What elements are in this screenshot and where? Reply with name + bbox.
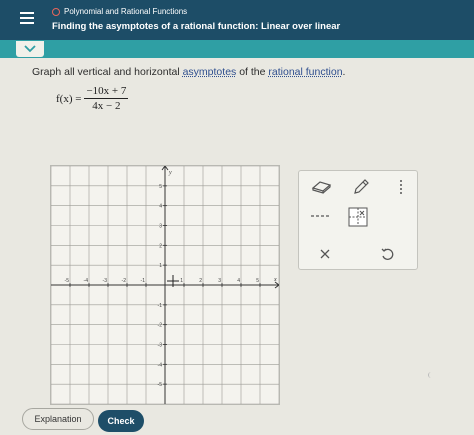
chevron-down-icon bbox=[24, 45, 36, 53]
header-bar: Polynomial and Rational Functions Findin… bbox=[0, 0, 474, 40]
y-axis-label: y bbox=[168, 170, 172, 176]
question-suffix: . bbox=[342, 66, 346, 78]
dashed-line-icon bbox=[311, 215, 331, 217]
eraser-tool[interactable] bbox=[309, 177, 333, 197]
y-tick-label: 2 bbox=[159, 243, 162, 249]
x-tick-label: 4 bbox=[237, 278, 240, 284]
pencil-icon bbox=[354, 179, 369, 194]
formula-numerator: −10x + 7 bbox=[84, 85, 129, 99]
teal-bar bbox=[0, 40, 474, 58]
topic-label: Polynomial and Rational Functions bbox=[64, 7, 188, 16]
graph-toolbox bbox=[298, 170, 418, 270]
y-tick-label: -3 bbox=[158, 343, 163, 349]
y-tick-label: 3 bbox=[159, 224, 162, 230]
progress-dot-icon bbox=[52, 7, 60, 16]
asymptote-grid-icon bbox=[348, 207, 368, 227]
clear-button[interactable] bbox=[315, 245, 335, 263]
x-tick-label: 2 bbox=[199, 278, 202, 284]
y-tick-label: -1 bbox=[158, 303, 163, 309]
pencil-tool[interactable] bbox=[349, 175, 373, 199]
check-button[interactable]: Check bbox=[98, 410, 144, 432]
rational-function-link[interactable]: rational function bbox=[268, 66, 342, 78]
x-axis-label: x bbox=[273, 277, 277, 283]
x-tick-label: -2 bbox=[122, 278, 127, 284]
x-tick-label: -4 bbox=[84, 278, 89, 284]
graph-panel[interactable]: -5 -4 -3 -2 -1 1 2 3 4 5 -5 -4 -3 -2 -1 1 2 3 4 5 x y bbox=[50, 165, 280, 405]
formula-denominator: 4x − 2 bbox=[92, 100, 121, 112]
undo-icon bbox=[381, 248, 394, 260]
eraser-icon bbox=[311, 181, 332, 194]
x-tick-label: 1 bbox=[180, 278, 183, 284]
y-tick-label: 4 bbox=[159, 204, 162, 210]
formula-lhs: f(x) = bbox=[56, 92, 82, 105]
y-tick-label: 1 bbox=[159, 263, 162, 269]
more-options-button[interactable] bbox=[393, 177, 409, 199]
asymptote-tool[interactable] bbox=[347, 206, 369, 228]
function-formula: f(x) = −10x + 7 4x − 2 bbox=[56, 85, 129, 112]
x-tick-label: 5 bbox=[256, 278, 259, 284]
asymptotes-link[interactable]: asymptotes bbox=[183, 66, 237, 78]
menu-icon[interactable] bbox=[20, 11, 34, 25]
dashed-line-tool[interactable] bbox=[309, 209, 333, 223]
y-tick-label: -2 bbox=[158, 323, 163, 329]
coordinate-grid[interactable]: -5 -4 -3 -2 -1 1 2 3 4 5 -5 -4 -3 -2 -1 1 2 3 4 5 x y bbox=[50, 165, 280, 405]
x-icon bbox=[320, 249, 330, 259]
x-tick-label: 3 bbox=[218, 278, 221, 284]
undo-button[interactable] bbox=[377, 244, 397, 264]
page-title: Finding the asymptotes of a rational fun… bbox=[52, 21, 341, 32]
question-prefix: Graph all vertical and horizontal bbox=[32, 66, 183, 78]
question-text: Graph all vertical and horizontal asympt… bbox=[32, 66, 345, 78]
topic-label-row: Polynomial and Rational Functions bbox=[52, 7, 187, 16]
y-tick-label: -4 bbox=[158, 362, 163, 368]
vertical-dots-icon bbox=[400, 180, 402, 194]
x-tick-label: -3 bbox=[103, 278, 108, 284]
formula-fraction: −10x + 7 4x − 2 bbox=[84, 85, 129, 112]
x-tick-label: -1 bbox=[141, 278, 146, 284]
x-tick-label: -5 bbox=[65, 278, 70, 284]
explanation-button[interactable]: Explanation bbox=[22, 408, 94, 430]
collapse-button[interactable] bbox=[16, 41, 44, 57]
question-middle: of the bbox=[236, 66, 269, 78]
y-tick-label: 5 bbox=[159, 184, 162, 190]
page-mark bbox=[428, 372, 434, 378]
y-tick-label: -5 bbox=[158, 382, 163, 388]
